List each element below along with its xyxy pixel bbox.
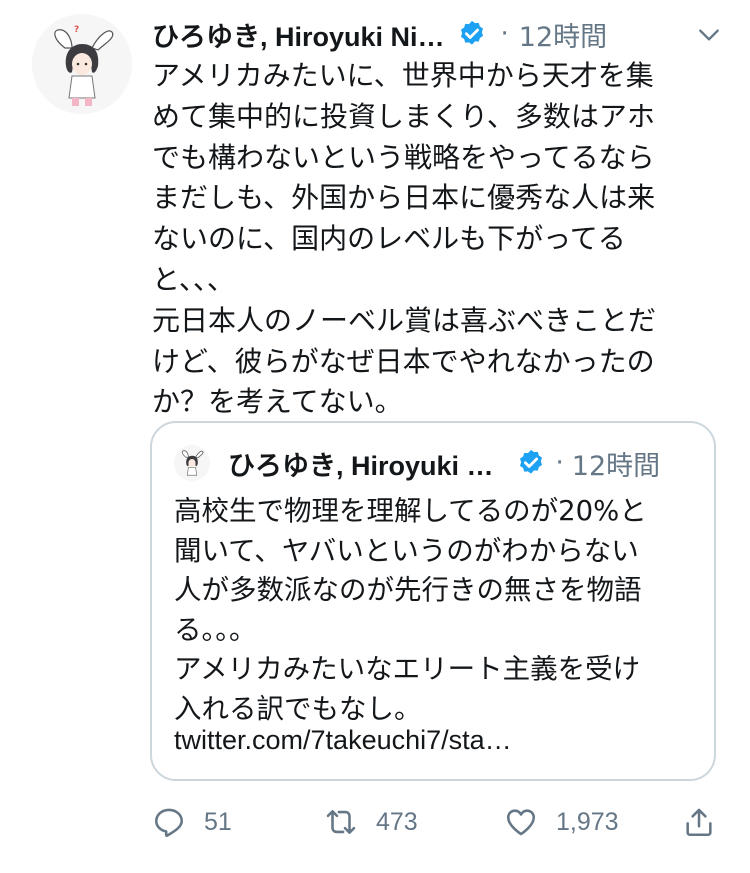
quoted-header-separator: · [555, 448, 564, 478]
author-avatar[interactable]: ? [32, 14, 132, 114]
quoted-author-avatar [174, 445, 210, 481]
share-button[interactable] [682, 800, 716, 844]
header-separator: · [500, 19, 509, 49]
tweet-header: ひろゆき, Hiroyuki Ni… · 12時間 [152, 14, 722, 54]
quoted-tweet-link[interactable]: twitter.com/7takeuchi7/sta… [174, 725, 512, 756]
quoted-tweet-header: ひろゆき, Hiroyuki … · 12時間 [228, 441, 698, 485]
reply-icon [154, 808, 184, 837]
svg-text:?: ? [74, 25, 79, 35]
verified-badge-icon [519, 449, 542, 474]
tweet[interactable]: ? ひろゆき, Hiroyuki Ni… · 12時間 アメリカみたいに、世界中… [0, 0, 750, 873]
quoted-author-name: ひろゆき, Hiroyuki … [228, 450, 494, 481]
verified-badge-icon [460, 20, 483, 45]
share-icon [686, 808, 712, 837]
author-name[interactable]: ひろゆき, Hiroyuki Ni… [152, 15, 445, 54]
tweet-text: アメリカみたいに、世界中から天才を集 めて集中的に投資しまくり、多数はアホ でも… [152, 59, 657, 419]
like-count: 1,973 [556, 807, 619, 836]
quoted-tweet-text: 高校生で物理を理解してるのが20%と 聞いて、ヤバいというのがわからない 人が多… [174, 495, 647, 725]
chevron-down-icon[interactable] [696, 22, 722, 48]
avatar-illustration: ? [32, 14, 132, 114]
quoted-tweet-timestamp: 12時間 [571, 450, 661, 482]
like-button[interactable]: 1,973 [504, 800, 619, 844]
retweet-count: 473 [376, 807, 418, 836]
tweet-actions: 51 473 1,973 [152, 800, 722, 844]
retweet-icon [326, 810, 356, 834]
reply-button[interactable]: 51 [152, 800, 232, 844]
quoted-avatar-illustration [174, 445, 210, 481]
retweet-button[interactable]: 473 [324, 800, 418, 844]
reply-count: 51 [204, 807, 232, 836]
tweet-timestamp[interactable]: 12時間 [519, 15, 607, 54]
heart-icon [506, 809, 536, 836]
quoted-tweet[interactable]: ひろゆき, Hiroyuki … · 12時間 高校生で物理を理解してるのが20… [150, 421, 716, 781]
